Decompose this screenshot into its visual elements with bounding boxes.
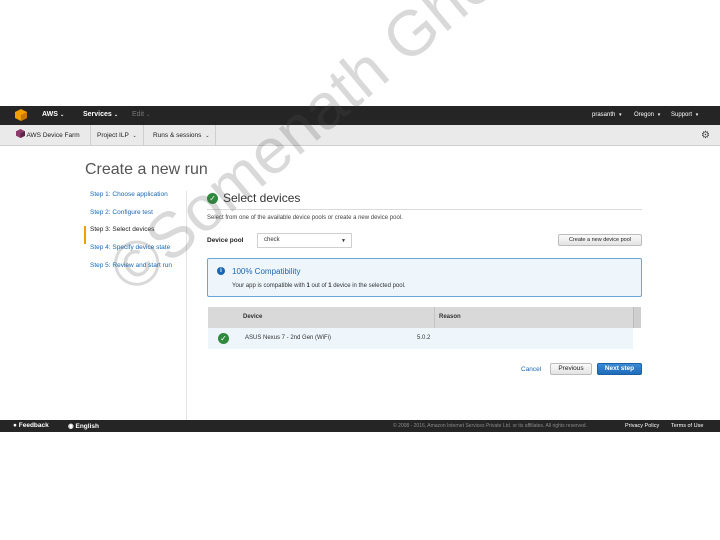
column-header-reason[interactable]: Reason [439,314,461,320]
info-icon: i [217,267,225,275]
step-review-and-start[interactable]: Step 5: Review and start run [84,262,184,280]
devices-table: Device Reason ✓ ASUS Nexus 7 - 2nd Gen (… [208,307,641,349]
column-divider [434,307,435,328]
project-menu[interactable]: Project ILP ⌄ [91,125,144,146]
step-configure-test[interactable]: Step 2: Configure test [84,209,184,227]
compatibility-message: Your app is compatible with 1 out of 1 d… [232,283,406,289]
dropdown-arrow-icon: ▼ [341,238,346,244]
aws-logo-icon[interactable] [15,109,27,121]
globe-icon: ◉ [68,423,74,430]
aws-menu[interactable]: AWS ⌄ [42,111,64,118]
step-specify-device-state[interactable]: Step 4: Specify device state [84,244,184,262]
top-navigation-bar: AWS ⌄ Services ⌄ Edit ⌄ prasanth ▾ Oregon ▾… [0,106,720,125]
feedback-link[interactable]: ● Feedback [13,422,49,429]
privacy-policy-link[interactable]: Privacy Policy [625,423,659,429]
step-choose-application[interactable]: Step 1: Choose application [84,191,184,209]
edit-menu[interactable]: Edit ⌄ [132,111,150,118]
device-pool-label: Device pool [207,237,244,244]
copyright-text: © 2008 - 2016, Amazon Internet Services … [393,423,587,429]
device-pool-select[interactable]: check ▼ [257,233,352,248]
services-menu[interactable]: Services ⌄ [83,111,118,118]
section-heading: ✓ Select devices [207,191,300,205]
table-row[interactable]: ✓ ASUS Nexus 7 - 2nd Gen (WiFi) 5.0.2 [208,328,633,349]
chat-bubble-icon: ● [13,422,17,429]
column-header-device[interactable]: Device [243,314,262,320]
table-header: Device Reason [208,307,641,328]
user-menu[interactable]: prasanth ▾ [592,112,622,118]
section-intro: Select from one of the available device … [207,215,403,221]
support-menu[interactable]: Support ▾ [671,112,698,118]
previous-button[interactable]: Previous [550,363,592,375]
wizard-steps: Step 1: Choose application Step 2: Confi… [84,191,184,279]
scrollbar[interactable] [633,307,641,328]
compatibility-alert: i 100% Compatibility Your app is compati… [207,258,642,297]
compatibility-title: 100% Compatibility [232,267,301,276]
service-navigation-bar: AWS Device Farm Project ILP ⌄ Runs & ses… [0,125,720,146]
divider [207,209,642,210]
device-name: ASUS Nexus 7 - 2nd Gen (WiFi) [245,335,332,341]
cancel-link[interactable]: Cancel [521,366,541,373]
check-circle-icon: ✓ [218,333,229,344]
device-os-version: 5.0.2 [417,335,431,341]
step-select-devices: Step 3: Select devices [84,226,184,245]
check-circle-icon: ✓ [207,193,218,204]
create-device-pool-button[interactable]: Create a new device pool [558,234,642,246]
page-title: Create a new run [85,161,208,178]
region-menu[interactable]: Oregon ▾ [634,112,660,118]
device-farm-window: AWS ⌄ Services ⌄ Edit ⌄ prasanth ▾ Oregon ▾… [0,106,720,432]
divider [186,191,187,421]
terms-of-use-link[interactable]: Terms of Use [671,423,703,429]
device-farm-icon [16,129,25,138]
language-selector[interactable]: ◉ English [68,422,99,430]
next-step-button[interactable]: Next step [597,363,642,375]
runs-sessions-menu[interactable]: Runs & sessions ⌄ [147,125,217,146]
device-farm-home[interactable]: AWS Device Farm [10,125,91,146]
footer-bar: ● Feedback ◉ English © 2008 - 2016, Amaz… [0,420,720,432]
gear-icon[interactable]: ⚙ [701,130,710,141]
